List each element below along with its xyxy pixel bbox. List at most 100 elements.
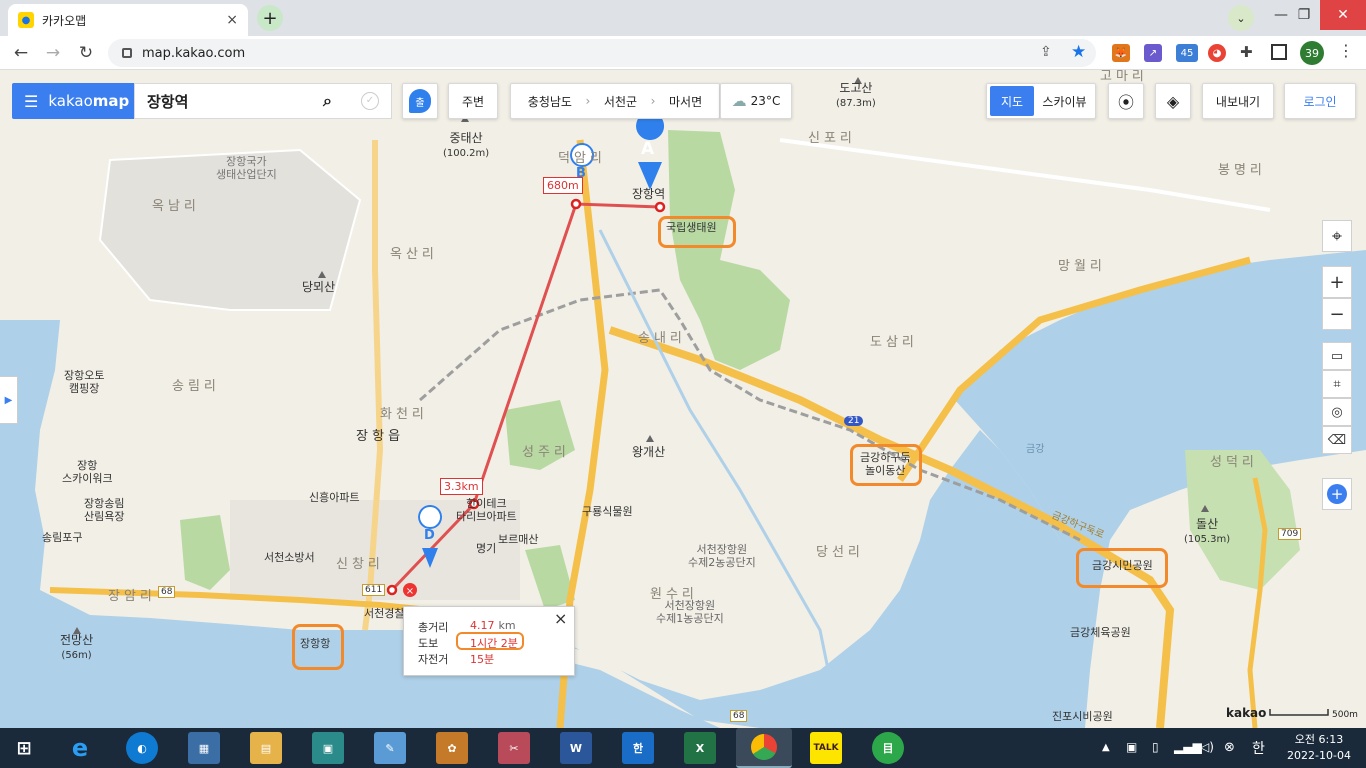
current-location-icon[interactable]: ⌖ [1322, 220, 1352, 252]
signal-icon[interactable]: ▂▄▆ [1174, 740, 1202, 754]
place-dolsan: 돌산 (105.3m) [1184, 517, 1230, 546]
add-place-button[interactable]: + [1322, 478, 1352, 510]
control-panel-icon[interactable]: ▦ [188, 732, 220, 764]
browser-toolbar: ← → ↻ map.kakao.com ⇪ ★ 🦊 ↗ 45 ◕ ✚ 39 ⋮ [0, 36, 1366, 70]
route-21-shield: 21 [844, 416, 864, 427]
extension-badge-icon[interactable]: 45 [1176, 44, 1198, 62]
login-button[interactable]: 로그인 [1284, 83, 1356, 119]
tab-kakaomap[interactable]: ● 카카오맵 × [8, 4, 248, 36]
zoom-out-button[interactable]: − [1322, 298, 1352, 330]
battery-icon[interactable]: ▯ [1152, 740, 1159, 754]
tab-search-icon[interactable]: ⌄ [1228, 5, 1254, 31]
new-tab-button[interactable]: + [257, 5, 283, 31]
place-hanitek-apt: 한이테크 타리브아파트 [456, 497, 517, 523]
network-error-icon[interactable]: ▣ [1126, 740, 1137, 754]
breadcrumb-town[interactable]: 마서면 [669, 93, 702, 110]
area-measure-icon[interactable]: ⌗ [1322, 370, 1352, 398]
place-jungtaesan-height: (100.2m) [443, 147, 490, 159]
extensions-puzzle-icon[interactable]: ✚ [1240, 43, 1253, 61]
word-icon[interactable]: W [560, 732, 592, 764]
eraser-icon[interactable]: ⌫ [1322, 426, 1352, 454]
kakaomap-logo[interactable]: ☰ kakao map [12, 83, 134, 119]
logo-map-text: map [92, 92, 130, 110]
notepad-icon[interactable]: ✎ [374, 732, 406, 764]
edge-icon[interactable]: ◐ [126, 732, 158, 764]
sidebar-expand-icon[interactable]: ▶ [0, 376, 18, 424]
close-button[interactable]: ✕ [1320, 0, 1366, 30]
info-close-icon[interactable]: × [554, 609, 567, 628]
address-bar[interactable]: map.kakao.com [108, 39, 1096, 67]
export-button[interactable]: 내보내기 [1202, 83, 1274, 119]
tab-close-icon[interactable]: × [226, 12, 238, 28]
ime-indicator[interactable]: 한 [1252, 738, 1265, 758]
file-explorer-icon[interactable]: ▤ [250, 732, 282, 764]
breadcrumb-province[interactable]: 충청남도 [528, 93, 572, 110]
map-type-normal-button[interactable]: 지도 [990, 86, 1034, 116]
profile-avatar[interactable]: 39 [1300, 41, 1324, 65]
breadcrumb-county[interactable]: 서천군 [604, 93, 637, 110]
paint-icon[interactable]: ✿ [436, 732, 468, 764]
place-dolsan-name: 돌산 [1196, 517, 1219, 531]
route-point-a[interactable] [654, 201, 666, 213]
hangul-icon[interactable]: 한 [622, 732, 654, 764]
green-area-2 [180, 515, 230, 590]
place-janghangeup: 장 항 읍 [356, 429, 401, 444]
place-sinheung-apt: 신흥아파트 [309, 491, 360, 504]
route-point-b[interactable] [570, 198, 582, 210]
forward-icon[interactable]: → [40, 40, 66, 66]
snipping-tool-icon[interactable]: ✂ [498, 732, 530, 764]
chrome-logo-icon [751, 734, 777, 760]
cloud-icon: ☁ [731, 92, 747, 110]
excel-icon[interactable]: X [684, 732, 716, 764]
notification-off-icon[interactable]: ⊗ [1224, 740, 1235, 755]
internet-explorer-icon[interactable]: e [64, 732, 96, 764]
zoom-in-button[interactable]: + [1322, 266, 1352, 298]
back-icon[interactable]: ← [8, 40, 34, 66]
map-type-skyview-button[interactable]: 스카이뷰 [1034, 86, 1095, 116]
place-sinchangri: 신창리 [336, 557, 384, 572]
ruler-icon[interactable]: ▭ [1322, 342, 1352, 370]
bookmark-star-icon[interactable]: ★ [1071, 42, 1086, 62]
place-bongmyeongri: 봉명리 [1218, 163, 1266, 178]
metamask-icon[interactable]: 🦊 [1112, 44, 1130, 62]
share-icon[interactable]: ⇪ [1040, 44, 1052, 60]
marker-a-label[interactable]: A [641, 139, 654, 160]
search-icon[interactable]: ⌕ [323, 91, 332, 111]
search-input[interactable]: 장항역 ⌕ ✓ [134, 83, 392, 119]
marker-d-label[interactable]: D [424, 528, 435, 544]
nearby-button[interactable]: 주변 [448, 83, 498, 119]
chrome-extension-icon[interactable]: ◕ [1208, 44, 1226, 62]
menu-kebab-icon[interactable]: ⋮ [1338, 41, 1354, 60]
reload-icon[interactable]: ↻ [73, 40, 99, 66]
photos-icon[interactable]: ▣ [312, 732, 344, 764]
tab-title: 카카오맵 [42, 13, 87, 28]
road-northeast [779, 138, 1271, 212]
marker-button[interactable]: 출 [402, 83, 438, 119]
check-icon[interactable]: ✓ [361, 92, 379, 110]
weather-widget[interactable]: ☁ 23°C [720, 83, 792, 119]
tray-expand-icon[interactable]: ▲ [1102, 742, 1110, 753]
route-point-d[interactable] [386, 584, 398, 596]
place-janghang-station[interactable]: 장항역 [632, 187, 665, 202]
clock[interactable]: 오전 6:13 2022-10-04 [1284, 732, 1354, 764]
sidepanel-icon[interactable] [1271, 44, 1287, 60]
layers-icon[interactable]: ◈ [1155, 83, 1191, 119]
map-type-toggle: 지도 스카이뷰 [986, 83, 1096, 119]
green-app-icon[interactable]: 目 [872, 732, 904, 764]
scale-bar [1269, 709, 1329, 716]
place-oksanri: 옥산리 [390, 247, 438, 262]
chrome-taskbar-icon[interactable] [736, 728, 792, 768]
place-jinpo-park: 진포시비공원 [1052, 710, 1113, 723]
kakaotalk-icon[interactable]: TALK [810, 732, 842, 764]
place-jungtaesan-name: 중태산 [449, 131, 483, 145]
info-bike-label: 자전거 [418, 653, 449, 666]
windows-start-icon[interactable]: ⊞ [8, 732, 40, 764]
map-canvas[interactable]: × A B D 680m 3.3km 중태산 (100.2m) 도고산 (87.3m… [0, 70, 1366, 728]
roadview-pin-icon[interactable]: ⦿ [1108, 83, 1144, 119]
volume-icon[interactable]: ◁) [1200, 740, 1214, 754]
compass-icon[interactable]: ◎ [1322, 398, 1352, 426]
hamburger-menu-icon[interactable]: ☰ [24, 92, 38, 111]
extension-arrow-icon[interactable]: ↗ [1144, 44, 1162, 62]
marker-pin-icon: 출 [409, 89, 431, 113]
place-seocheon-2: 서천장항원 수제2농공단지 [688, 543, 756, 569]
